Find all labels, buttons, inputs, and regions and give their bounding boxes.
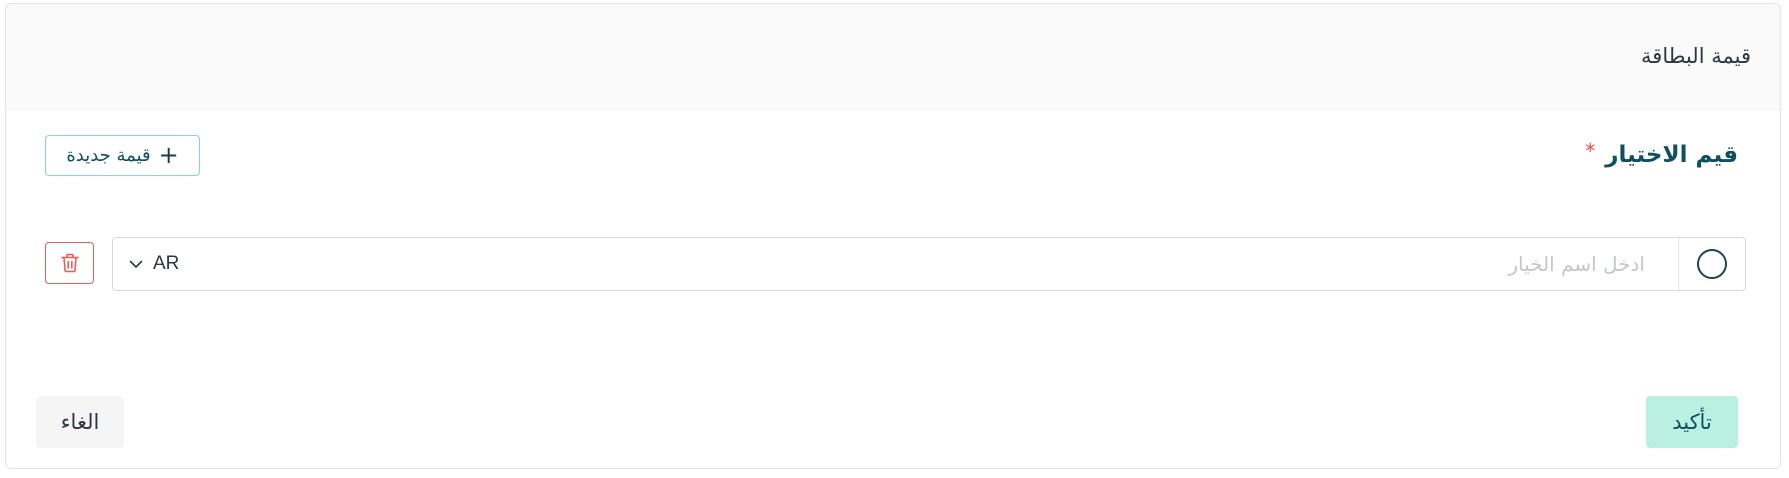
language-select[interactable]: AR	[129, 238, 179, 290]
default-option-radio-wrap	[1678, 238, 1745, 290]
choice-values-label: قيم الاختيار *	[1585, 139, 1738, 168]
confirm-button[interactable]: تأكيد	[1646, 396, 1738, 448]
card-value-panel: قيمة البطاقة قيم الاختيار * + قيمة جديدة…	[5, 3, 1781, 469]
default-option-radio[interactable]	[1697, 249, 1727, 279]
card-header: قيمة البطاقة	[6, 4, 1780, 111]
cancel-button[interactable]: الغاء	[36, 396, 124, 448]
card-title: قيمة البطاقة	[1641, 44, 1751, 68]
chevron-down-icon	[129, 260, 143, 268]
delete-option-button[interactable]	[45, 242, 94, 284]
option-name-input[interactable]	[545, 238, 1645, 290]
plus-icon: +	[158, 140, 179, 169]
new-value-button-label: قيمة جديدة	[66, 145, 151, 166]
trash-icon	[60, 253, 79, 273]
choice-values-label-text: قيم الاختيار	[1605, 142, 1738, 168]
new-value-button[interactable]: + قيمة جديدة	[45, 135, 200, 176]
option-row: AR	[112, 237, 1746, 291]
language-select-value: AR	[153, 253, 180, 274]
required-mark: *	[1585, 139, 1596, 163]
